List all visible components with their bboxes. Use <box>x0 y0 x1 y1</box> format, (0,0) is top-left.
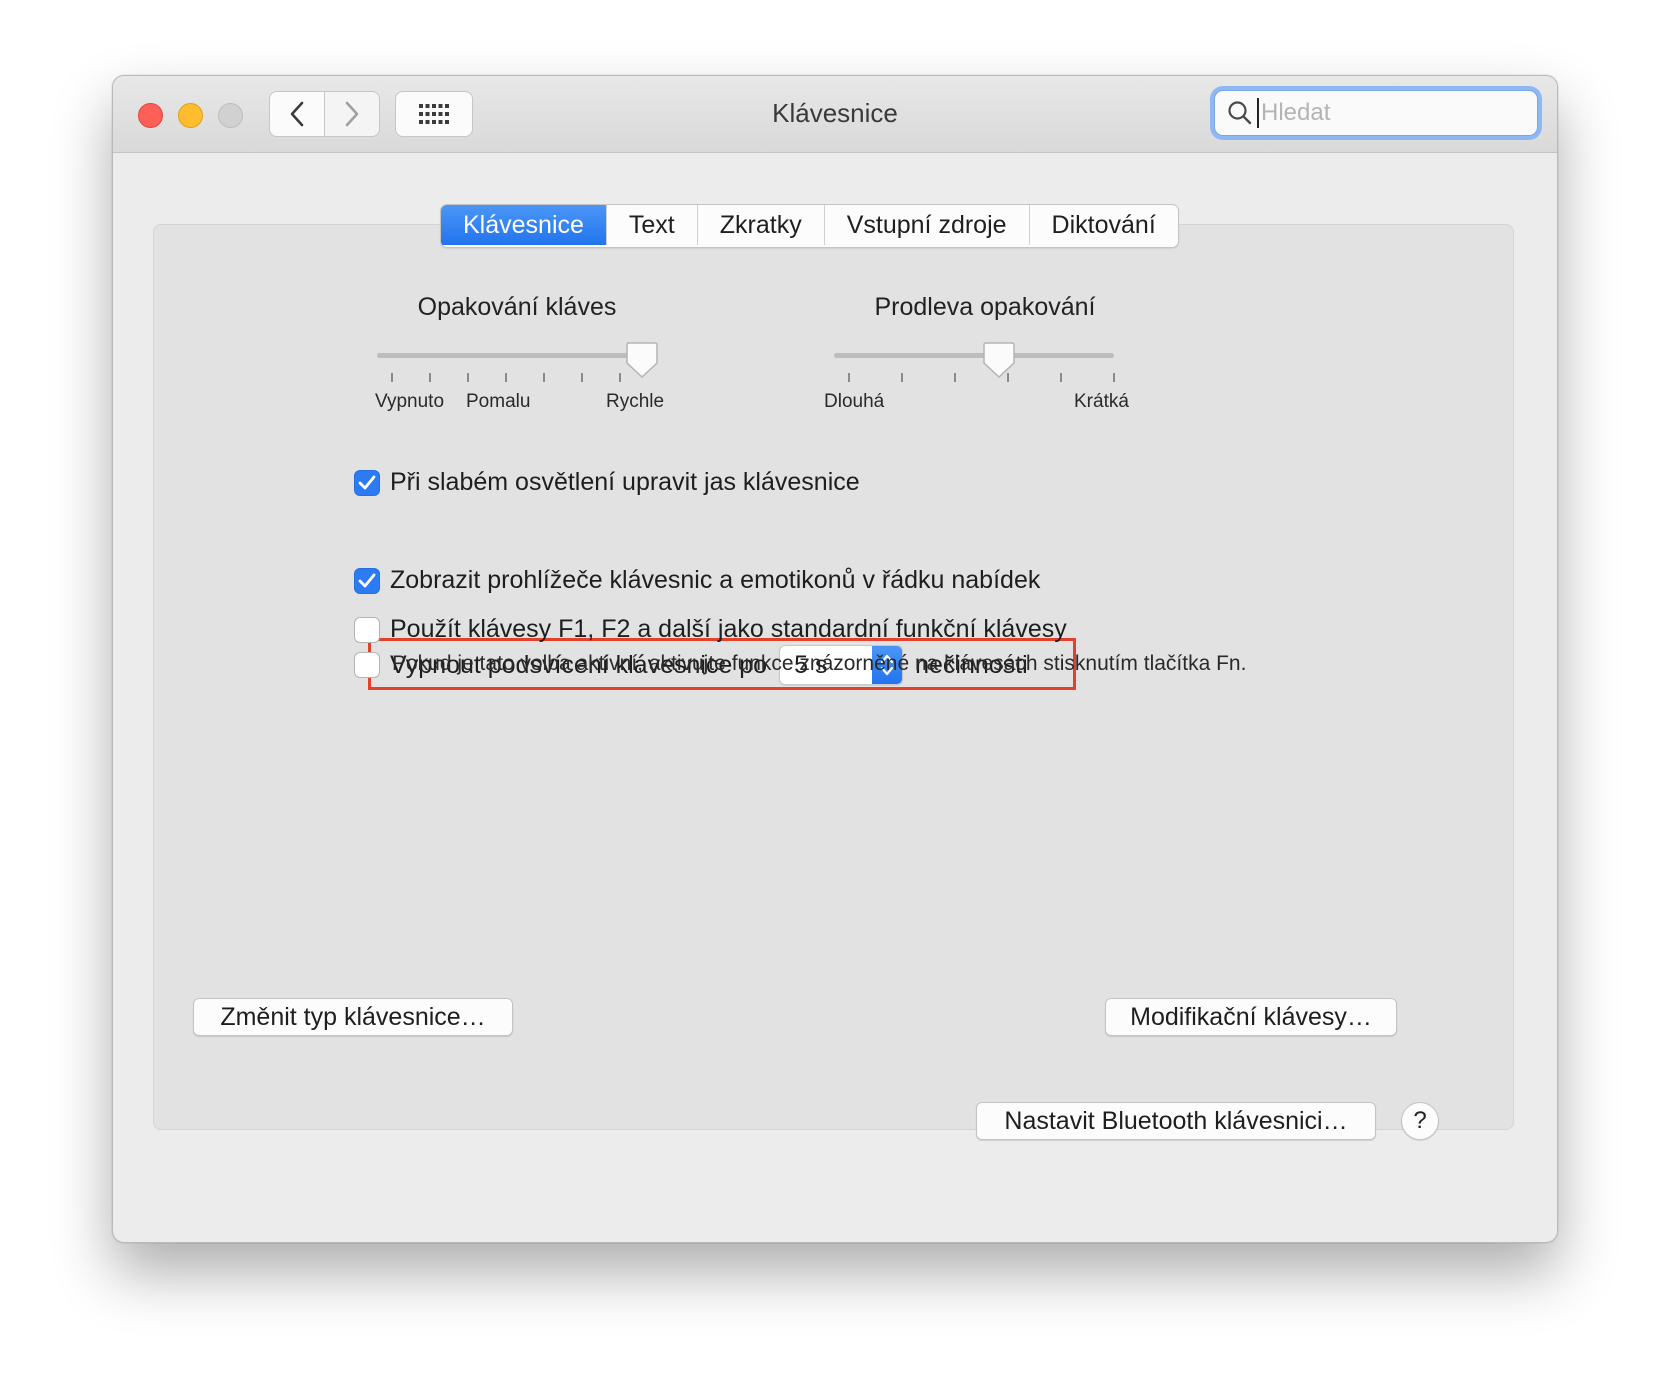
slider-tick <box>954 373 956 382</box>
key-repeat-thumb[interactable] <box>625 341 659 379</box>
backlight-off-checkbox[interactable] <box>354 652 380 678</box>
checkmark-icon <box>358 475 376 489</box>
tab-keyboard[interactable]: Klávesnice <box>441 205 606 245</box>
option-show-viewers[interactable]: Zobrazit prohlížeče klávesnic a emotikon… <box>354 566 1040 595</box>
fn-keys-hint: Pokud je tato volba aktivní, aktivujte f… <box>392 652 1247 675</box>
search-input[interactable] <box>1257 98 1513 128</box>
slider-tick <box>848 373 850 382</box>
slider-tick <box>429 373 431 382</box>
tab-dictation[interactable]: Diktování <box>1028 205 1178 245</box>
slider-tick <box>505 373 507 382</box>
repeat-delay-label: Prodleva opakování <box>874 293 1096 321</box>
slider-tick <box>467 373 469 382</box>
settings-panel: Opakování kláves Vypnuto Pomalu Rychle P… <box>153 224 1514 1130</box>
show-viewers-checkbox[interactable] <box>354 567 380 594</box>
tab-input-sources[interactable]: Vstupní zdroje <box>823 205 1029 245</box>
search-field[interactable] <box>1214 90 1538 136</box>
title-bar: Klávesnice <box>113 76 1557 153</box>
tab-shortcuts[interactable]: Zkratky <box>696 205 824 245</box>
checkmark-icon <box>358 573 376 587</box>
slider-tick <box>543 373 545 382</box>
repeat-delay-thumb[interactable] <box>982 341 1016 379</box>
option-fn-keys[interactable]: Použít klávesy F1, F2 a další jako stand… <box>354 615 1067 644</box>
repeat-delay-track[interactable] <box>834 353 1114 358</box>
show-viewers-label: Zobrazit prohlížeče klávesnic a emotikon… <box>390 566 1041 594</box>
tab-bar: Klávesnice Text Zkratky Vstupní zdroje D… <box>440 204 1179 248</box>
key-repeat-track[interactable] <box>377 353 657 358</box>
help-button[interactable]: ? <box>1401 1102 1439 1140</box>
tick-label-short: Krátká <box>1074 391 1129 412</box>
adjust-brightness-label: Při slabém osvětlení upravit jas klávesn… <box>390 468 860 496</box>
slider-tick <box>391 373 393 382</box>
tick-label-off: Vypnuto <box>375 391 445 412</box>
slider-tick <box>1113 373 1115 382</box>
slider-tick <box>619 373 621 382</box>
slider-tick <box>1060 373 1062 382</box>
slider-tick <box>901 373 903 382</box>
tick-label-slow: Pomalu <box>466 391 531 412</box>
tab-text[interactable]: Text <box>605 205 697 245</box>
fn-keys-label: Použít klávesy F1, F2 a další jako stand… <box>390 615 1067 643</box>
option-adjust-brightness[interactable]: Při slabém osvětlení upravit jas klávesn… <box>354 468 860 497</box>
modifier-keys-button[interactable]: Modifikační klávesy… <box>1105 998 1397 1036</box>
adjust-brightness-checkbox[interactable] <box>354 469 380 496</box>
slider-tick <box>1007 373 1009 382</box>
setup-bluetooth-keyboard-button[interactable]: Nastavit Bluetooth klávesnici… <box>976 1102 1376 1140</box>
change-keyboard-type-button[interactable]: Změnit typ klávesnice… <box>193 998 513 1036</box>
slider-tick <box>581 373 583 382</box>
tick-label-long: Dlouhá <box>824 391 885 412</box>
search-icon <box>1228 101 1252 125</box>
key-repeat-label: Opakování kláves <box>417 293 617 321</box>
tick-label-fast: Rychle <box>606 391 665 412</box>
fn-keys-checkbox[interactable] <box>354 616 380 643</box>
preferences-window: Klávesnice Opakování kláves Vypnuto Po <box>112 75 1558 1243</box>
